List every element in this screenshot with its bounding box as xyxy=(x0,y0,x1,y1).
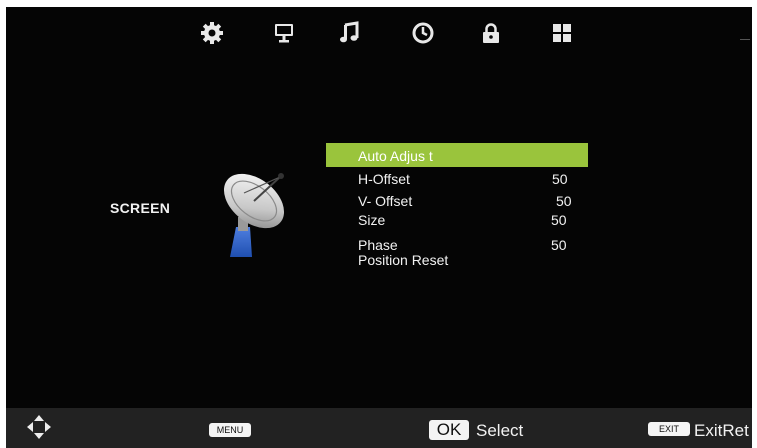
select-label: Select xyxy=(476,421,524,440)
menu-item-value: 50 xyxy=(552,171,568,187)
exit-return-label: ExitRet xyxy=(694,421,749,440)
menu-item-position-reset[interactable]: Position Reset xyxy=(326,250,588,270)
gear-icon[interactable] xyxy=(200,21,224,45)
menu-item-label: Position Reset xyxy=(358,252,449,268)
clock-icon[interactable] xyxy=(411,21,435,45)
ok-key[interactable]: OK xyxy=(429,420,469,440)
help-bar: MENU OK Select EXIT ExitRet xyxy=(6,408,752,448)
menu-item-h-offset[interactable]: H-Offset 50 xyxy=(326,169,588,189)
music-note-icon[interactable] xyxy=(337,21,361,45)
menu-key[interactable]: MENU xyxy=(209,423,251,437)
menu-item-label: V- Offset xyxy=(358,193,413,209)
menu-item-value: 50 xyxy=(551,212,567,228)
section-title: SCREEN xyxy=(110,200,171,216)
menu-item-label: Auto Adjus t xyxy=(358,148,433,164)
exit-key[interactable]: EXIT xyxy=(648,422,690,436)
grid-icon[interactable] xyxy=(550,21,574,45)
monitor-icon[interactable] xyxy=(272,21,296,45)
arrows-move-icon xyxy=(26,414,52,440)
menu-item-size[interactable]: Size 50 xyxy=(326,210,588,230)
menu-item-label: H-Offset xyxy=(358,171,410,187)
corner-tick xyxy=(740,39,750,40)
tv-osd-screen: SCREEN Auto Adjus t H-Offset 50 V- Offse… xyxy=(6,7,752,408)
menu-item-value: 50 xyxy=(556,193,572,209)
menu-item-v-offset[interactable]: V- Offset 50 xyxy=(326,191,588,211)
lock-icon[interactable] xyxy=(479,21,503,45)
satellite-dish-icon xyxy=(214,165,306,265)
menu-item-auto-adjust[interactable]: Auto Adjus t xyxy=(326,143,588,167)
menu-item-label: Size xyxy=(358,212,386,228)
